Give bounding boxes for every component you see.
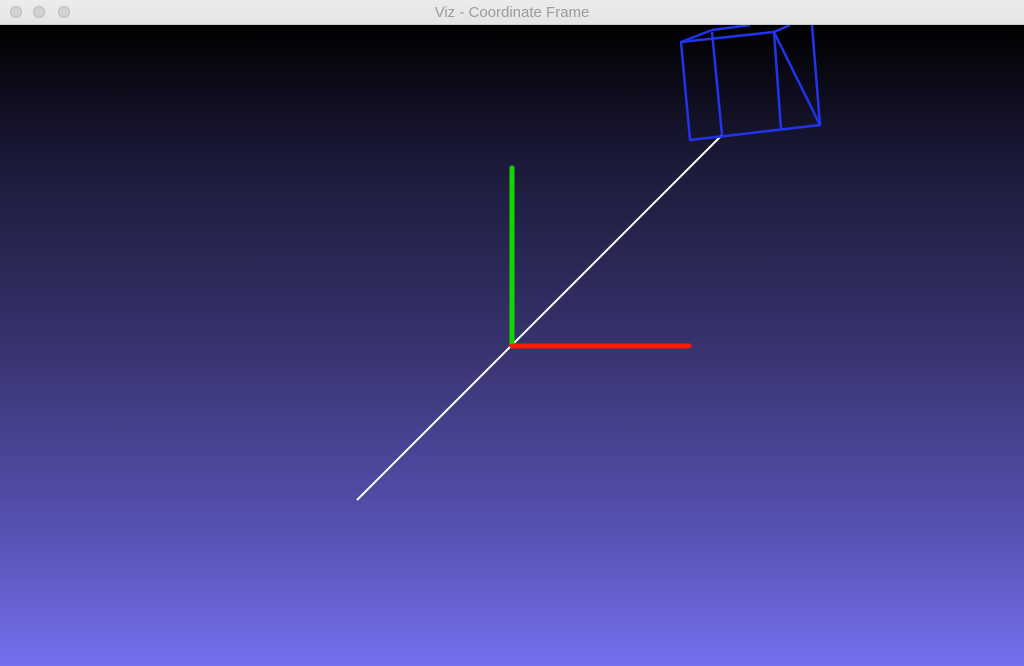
scene [356,25,822,501]
viz-window: Viz - Coordinate Frame [0,0,1024,666]
window-title: Viz - Coordinate Frame [434,4,590,21]
3d-viewport[interactable] [0,25,1024,666]
trajectory-line [356,134,723,501]
title-bar[interactable]: Viz - Coordinate Frame [0,0,1024,25]
camera-widget [679,25,822,142]
